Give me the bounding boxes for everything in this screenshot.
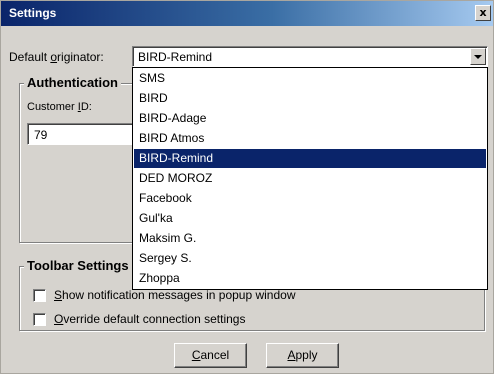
originator-option[interactable]: Gul'ka	[134, 209, 486, 228]
customer-id-value: 79	[34, 128, 48, 142]
originator-option[interactable]: Sergey S.	[134, 249, 486, 268]
close-icon: x	[479, 6, 487, 19]
label-part: Customer	[27, 101, 78, 113]
label-mnemonic: A	[287, 348, 296, 362]
originator-selected-value: BIRD-Remind	[138, 50, 213, 64]
show-notifications-checkbox[interactable]	[33, 289, 46, 302]
chevron-down-icon[interactable]	[470, 48, 486, 65]
originator-option[interactable]: BIRD-Adage	[134, 109, 486, 128]
originator-option-selected[interactable]: BIRD-Remind	[134, 149, 486, 168]
originator-option[interactable]: SMS	[134, 69, 486, 88]
label-part: pply	[295, 348, 318, 362]
label-mnemonic: O	[54, 312, 64, 326]
close-button[interactable]: x	[475, 5, 491, 21]
cancel-button[interactable]: Cancel	[174, 343, 247, 368]
originator-combobox[interactable]: BIRD-Remind	[132, 46, 488, 67]
customer-id-field[interactable]: 79	[27, 123, 137, 145]
label-part: riginator:	[57, 50, 104, 64]
label-mnemonic: S	[54, 288, 63, 302]
originator-dropdown-list[interactable]: SMS BIRD BIRD-Adage BIRD Atmos BIRD-Remi…	[132, 67, 488, 290]
originator-option[interactable]: BIRD	[134, 89, 486, 108]
title-bar[interactable]: Settings x	[1, 1, 493, 26]
label-part: how notification messages in popup windo…	[62, 288, 296, 302]
label-part: ancel	[200, 348, 230, 362]
label-part: Default	[9, 50, 51, 64]
override-connection-checkbox[interactable]	[33, 313, 46, 326]
toolbar-settings-group-title: Toolbar Settings	[24, 258, 132, 273]
originator-option[interactable]: BIRD Atmos	[134, 129, 486, 148]
show-notifications-label[interactable]: Show notification messages in popup wind…	[54, 288, 296, 302]
window-title: Settings	[9, 6, 57, 20]
label-part: verride default connection settings	[63, 312, 246, 326]
originator-option[interactable]: Maksim G.	[134, 229, 486, 248]
default-originator-label: Default originator:	[9, 50, 104, 64]
authentication-group-title: Authentication	[24, 75, 121, 90]
settings-window: Settings x Default originator: BIRD-Remi…	[0, 0, 494, 374]
customer-id-label: Customer ID:	[27, 101, 92, 113]
override-connection-label[interactable]: Override default connection settings	[54, 312, 245, 326]
originator-option[interactable]: DED MOROZ	[134, 169, 486, 188]
originator-option[interactable]: Zhoppa	[134, 269, 486, 288]
label-part: D:	[80, 101, 92, 113]
apply-button[interactable]: Apply	[266, 343, 339, 368]
originator-option[interactable]: Facebook	[134, 189, 486, 208]
